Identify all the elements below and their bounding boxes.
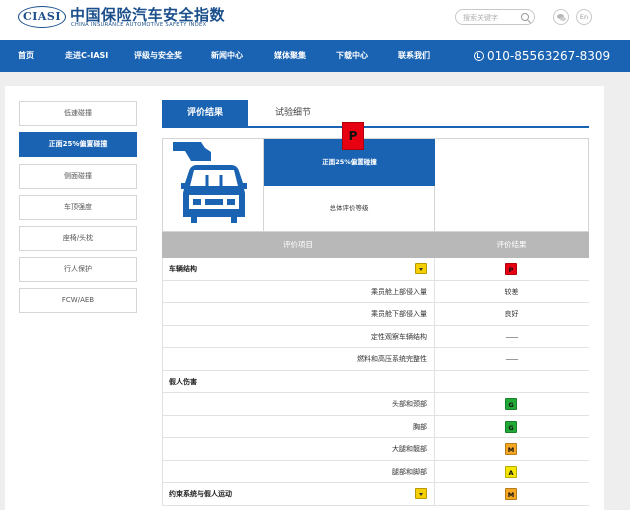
- item-result: 较差: [504, 287, 519, 296]
- header-evaluation-item: 评价项目: [283, 240, 313, 249]
- rating-badge: M: [505, 443, 517, 455]
- content-panel: 低速碰撞 正面25%偏置碰撞 侧面碰撞 车顶强度 座椅/头枕 行人保护 FCW/…: [5, 86, 604, 510]
- main-nav: 首页 走进C-IASI 评级与安全奖 新闻中心 媒体聚集 下载中心 联系我们 0…: [0, 40, 630, 72]
- rating-summary: 正面25%偏置碰撞 总体评价等级: [162, 138, 589, 232]
- nav-item-downloads[interactable]: 下载中心: [336, 40, 368, 72]
- category-vehicle-structure: 车辆结构: [169, 265, 197, 273]
- item-label: 头部和颈部: [392, 400, 427, 408]
- search-icon[interactable]: [521, 13, 529, 21]
- expand-toggle-icon[interactable]: [415, 488, 427, 499]
- item-label: 腿部和脚部: [392, 467, 427, 476]
- table-row: 乘员舱上部侵入量 较差: [162, 280, 589, 303]
- sidebar-item-seat-headrest[interactable]: 座椅/头枕: [19, 226, 137, 251]
- table-row: 定性观察车辆结构 ——: [162, 325, 589, 348]
- table-row: 大腿和髋部 M: [162, 438, 589, 461]
- table-row: 头部和颈部 G: [162, 393, 589, 416]
- site-header: CIASI 中国保险汽车安全指数 CHINA INSURANCE AUTOMOT…: [0, 0, 630, 40]
- item-result: ——: [505, 332, 519, 341]
- table-row: 车辆结构 P: [162, 258, 589, 281]
- results-table-header: 评价项目 评价结果: [162, 232, 589, 258]
- item-label: 燃料和高压系统完整性: [357, 355, 427, 363]
- sidebar-item-small-overlap[interactable]: 正面25%偏置碰撞: [19, 132, 137, 157]
- table-row: 胸部 G: [162, 415, 589, 438]
- ciasi-logo[interactable]: CIASI: [18, 6, 66, 28]
- item-label: 乘员舱下部侵入量: [371, 310, 427, 318]
- car-illustration-cell: [163, 139, 264, 231]
- tab-underline: [162, 126, 589, 128]
- rating-badge: A: [505, 465, 517, 478]
- search-input[interactable]: [463, 11, 519, 24]
- table-row: 燃料和高压系统完整性 ——: [162, 348, 589, 371]
- search-box: [455, 9, 535, 25]
- tab-test-details[interactable]: 试验细节: [263, 100, 323, 126]
- tab-results[interactable]: 评价结果: [162, 100, 248, 126]
- item-label: 胸部: [413, 422, 427, 431]
- category-dummy-injury: 假人伤害: [169, 377, 197, 386]
- nav-item-media[interactable]: 媒体聚集: [274, 40, 306, 72]
- rating-badge: M: [505, 488, 517, 500]
- table-row: 约束系统与假人运动 M: [162, 483, 589, 506]
- sidebar-item-low-speed[interactable]: 低速碰撞: [19, 101, 137, 126]
- nav-item-about[interactable]: 走进C-IASI: [65, 40, 108, 72]
- item-result: 良好: [504, 310, 519, 318]
- table-row: 乘员舱下部侵入量 良好: [162, 303, 589, 326]
- overall-rating-cell: [435, 139, 588, 231]
- sidebar-item-roof-strength[interactable]: 车顶强度: [19, 195, 137, 220]
- table-row: 腿部和脚部 A: [162, 460, 589, 483]
- car-front-icon: [173, 142, 247, 223]
- sidebar-item-side-impact[interactable]: 侧面碰撞: [19, 164, 137, 189]
- rating-badge: G: [505, 420, 517, 433]
- hotline: 010-85563267-8309: [474, 40, 610, 72]
- table-row: 假人伤害: [162, 370, 589, 393]
- item-label: 大腿和髋部: [392, 445, 427, 453]
- phone-icon: [474, 51, 484, 61]
- header-evaluation-result: 评价结果: [496, 240, 527, 249]
- nav-item-news[interactable]: 新闻中心: [211, 40, 243, 72]
- category-restraint-kinematics: 约束系统与假人运动: [169, 490, 232, 498]
- nav-item-home[interactable]: 首页: [18, 40, 34, 72]
- wechat-icon[interactable]: [553, 9, 569, 25]
- item-label: 定性观察车辆结构: [371, 332, 427, 341]
- nav-item-ratings[interactable]: 评级与安全奖: [134, 40, 182, 72]
- rating-badge: P: [505, 263, 517, 275]
- overall-rating-label: 总体评价等级: [264, 186, 435, 231]
- nav-item-contact[interactable]: 联系我们: [398, 40, 430, 72]
- sidebar-item-pedestrian[interactable]: 行人保护: [19, 257, 137, 282]
- expand-toggle-icon[interactable]: [415, 263, 427, 274]
- overall-rating-badge: P: [342, 122, 364, 150]
- rating-badge: G: [505, 398, 517, 410]
- sidebar-item-fcw-aeb[interactable]: FCW/AEB: [19, 288, 137, 313]
- item-result: ——: [505, 355, 519, 363]
- english-language-button[interactable]: En: [576, 9, 592, 25]
- hotline-number: 010-85563267-8309: [487, 49, 611, 63]
- item-label: 乘员舱上部侵入量: [371, 287, 427, 296]
- site-title-en: CHINA INSURANCE AUTOMOTIVE SAFETY INDEX: [71, 22, 207, 28]
